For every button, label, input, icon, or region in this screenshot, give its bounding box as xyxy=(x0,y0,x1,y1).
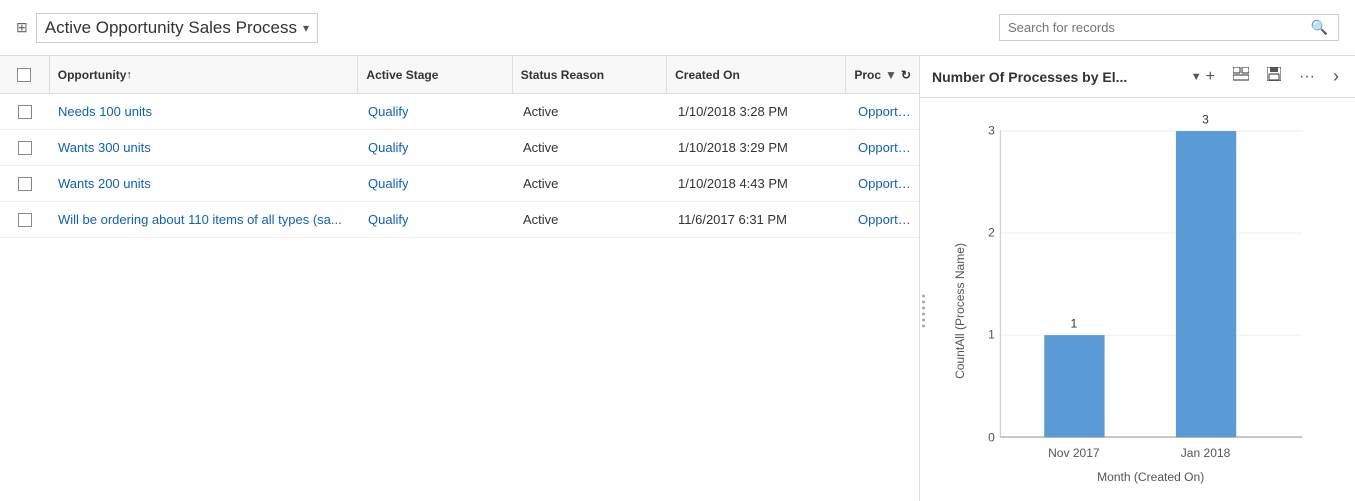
row-checkbox-2[interactable] xyxy=(0,166,50,201)
chart-panel: Number Of Processes by El... ▼ + ··· › xyxy=(920,56,1355,501)
cell-opportunity-2: Wants 200 units xyxy=(50,166,360,201)
svg-text:Month (Created On): Month (Created On) xyxy=(1097,470,1204,484)
cell-status-0: Active xyxy=(515,94,670,129)
chart-save-button[interactable] xyxy=(1263,65,1285,88)
grid-icon: ⊞ xyxy=(16,19,28,36)
cell-status-2: Active xyxy=(515,166,670,201)
cell-stage-2: Qualify xyxy=(360,166,515,201)
title-chevron-icon: ▾ xyxy=(303,21,309,35)
chart-title-chevron-icon[interactable]: ▼ xyxy=(1191,71,1202,83)
bar-nov2017[interactable] xyxy=(1044,335,1104,437)
opportunity-link-2[interactable]: Wants 200 units xyxy=(58,176,151,191)
chart-more-button[interactable]: ··· xyxy=(1295,66,1319,88)
table-row: Wants 300 units Qualify Active 1/10/2018… xyxy=(0,130,919,166)
process-link-3[interactable]: Opportunity Sa... xyxy=(858,212,911,227)
svg-text:1: 1 xyxy=(1071,316,1078,330)
cell-process-3: Opportunity Sa... xyxy=(850,202,919,237)
cell-stage-1: Qualify xyxy=(360,130,515,165)
cell-opportunity-3: Will be ordering about 110 items of all … xyxy=(50,202,360,237)
table-row: Needs 100 units Qualify Active 1/10/2018… xyxy=(0,94,919,130)
stage-link-3[interactable]: Qualify xyxy=(368,212,408,227)
row-checkbox-1[interactable] xyxy=(0,130,50,165)
grid-body: Needs 100 units Qualify Active 1/10/2018… xyxy=(0,94,919,501)
row-checkbox-3[interactable] xyxy=(0,202,50,237)
cell-process-0: Opportunity Sa... xyxy=(850,94,919,129)
chart-actions: + ··· › xyxy=(1202,64,1343,89)
chart-expand-button[interactable]: › xyxy=(1329,64,1343,89)
col-header-created-on[interactable]: Created On xyxy=(667,56,846,93)
select-all-col[interactable] xyxy=(0,56,50,93)
cell-created-3: 11/6/2017 6:31 PM xyxy=(670,202,850,237)
table-row: Wants 200 units Qualify Active 1/10/2018… xyxy=(0,166,919,202)
cell-status-1: Active xyxy=(515,130,670,165)
svg-text:CountAll (Process Name): CountAll (Process Name) xyxy=(953,243,967,379)
cell-process-1: Opportunity Sa... xyxy=(850,130,919,165)
chart-header: Number Of Processes by El... ▼ + ··· › xyxy=(920,56,1355,98)
search-box[interactable]: 🔍 xyxy=(999,14,1339,41)
header: ⊞ Active Opportunity Sales Process ▾ 🔍 xyxy=(0,0,1355,56)
chart-svg-wrapper: CountAll (Process Name) 0 1 2 3 xyxy=(940,108,1335,501)
created-text-2: 1/10/2018 4:43 PM xyxy=(678,176,788,191)
row-checkbox-0[interactable] xyxy=(0,94,50,129)
cell-created-1: 1/10/2018 3:29 PM xyxy=(670,130,850,165)
opportunity-link-1[interactable]: Wants 300 units xyxy=(58,140,151,155)
svg-text:Nov 2017: Nov 2017 xyxy=(1048,446,1100,460)
status-text-3: Active xyxy=(523,212,558,227)
status-text-2: Active xyxy=(523,176,558,191)
opportunity-link-3[interactable]: Will be ordering about 110 items of all … xyxy=(58,212,342,227)
opportunity-link-0[interactable]: Needs 100 units xyxy=(58,104,152,119)
svg-text:0: 0 xyxy=(988,431,995,445)
status-text-1: Active xyxy=(523,140,558,155)
col-header-status-reason[interactable]: Status Reason xyxy=(513,56,667,93)
svg-text:2: 2 xyxy=(988,225,995,239)
cell-stage-0: Qualify xyxy=(360,94,515,129)
process-link-0[interactable]: Opportunity Sa... xyxy=(858,104,911,119)
chart-add-button[interactable]: + xyxy=(1202,66,1219,88)
svg-text:Jan 2018: Jan 2018 xyxy=(1181,446,1231,460)
cell-created-2: 1/10/2018 4:43 PM xyxy=(670,166,850,201)
cell-opportunity-1: Wants 300 units xyxy=(50,130,360,165)
drag-handle[interactable] xyxy=(920,290,927,331)
status-text-0: Active xyxy=(523,104,558,119)
col-header-opportunity[interactable]: Opportunity xyxy=(50,56,359,93)
process-link-1[interactable]: Opportunity Sa... xyxy=(858,140,911,155)
refresh-icon[interactable]: ↻ xyxy=(901,68,911,82)
search-input[interactable] xyxy=(1008,20,1309,35)
cell-opportunity-0: Needs 100 units xyxy=(50,94,360,129)
main-layout: Opportunity Active Stage Status Reason C… xyxy=(0,56,1355,501)
created-text-3: 11/6/2017 6:31 PM xyxy=(678,212,787,227)
stage-link-0[interactable]: Qualify xyxy=(368,104,408,119)
bar-jan2018[interactable] xyxy=(1176,131,1236,437)
select-all-checkbox[interactable] xyxy=(17,68,31,82)
chart-body: CountAll (Process Name) 0 1 2 3 xyxy=(920,98,1355,501)
svg-text:3: 3 xyxy=(1202,112,1209,126)
col-header-active-stage[interactable]: Active Stage xyxy=(358,56,512,93)
cell-created-0: 1/10/2018 3:28 PM xyxy=(670,94,850,129)
view-title: Active Opportunity Sales Process xyxy=(45,18,297,38)
chart-title: Number Of Processes by El... xyxy=(932,69,1187,85)
chart-svg: CountAll (Process Name) 0 1 2 3 xyxy=(940,108,1335,501)
table-row: Will be ordering about 110 items of all … xyxy=(0,202,919,238)
svg-text:1: 1 xyxy=(988,327,995,341)
svg-text:3: 3 xyxy=(988,123,995,137)
created-text-0: 1/10/2018 3:28 PM xyxy=(678,104,788,119)
grid-header: Opportunity Active Stage Status Reason C… xyxy=(0,56,919,94)
view-title-box[interactable]: Active Opportunity Sales Process ▾ xyxy=(36,13,318,43)
process-col-icons: ▼ ↻ xyxy=(885,68,911,82)
grid-panel: Opportunity Active Stage Status Reason C… xyxy=(0,56,920,501)
cell-status-3: Active xyxy=(515,202,670,237)
chart-layout-button[interactable] xyxy=(1229,65,1253,88)
col-header-process[interactable]: Proc ▼ ↻ xyxy=(846,56,919,93)
created-text-1: 1/10/2018 3:29 PM xyxy=(678,140,788,155)
search-button[interactable]: 🔍 xyxy=(1309,19,1330,36)
cell-stage-3: Qualify xyxy=(360,202,515,237)
stage-link-1[interactable]: Qualify xyxy=(368,140,408,155)
filter-icon[interactable]: ▼ xyxy=(885,68,897,82)
process-link-2[interactable]: Opportunity Sa... xyxy=(858,176,911,191)
stage-link-2[interactable]: Qualify xyxy=(368,176,408,191)
cell-process-2: Opportunity Sa... xyxy=(850,166,919,201)
